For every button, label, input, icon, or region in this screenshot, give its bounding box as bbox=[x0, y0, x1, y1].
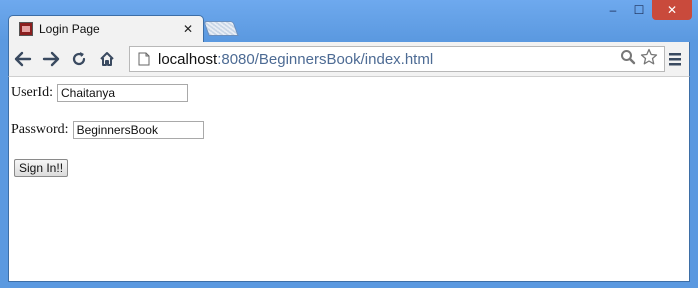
page-content: UserId: Password: Sign In!! bbox=[8, 76, 690, 282]
maximize-button[interactable]: ☐ bbox=[626, 0, 652, 20]
url-host: localhost bbox=[158, 50, 218, 68]
close-window-button[interactable]: ✕ bbox=[652, 0, 692, 20]
userid-row: UserId: bbox=[11, 84, 188, 102]
address-bar[interactable]: localhost:8080/BeginnersBook/index.html bbox=[129, 46, 665, 72]
reload-icon[interactable] bbox=[69, 49, 89, 69]
back-arrow-icon[interactable] bbox=[13, 49, 33, 69]
favicon-icon bbox=[19, 22, 33, 36]
forward-arrow-icon[interactable] bbox=[41, 49, 61, 69]
minimize-button[interactable]: – bbox=[600, 0, 626, 20]
page-icon bbox=[138, 52, 150, 66]
password-input[interactable] bbox=[72, 121, 204, 139]
url-text: localhost:8080/BeginnersBook/index.html bbox=[158, 51, 620, 68]
userid-input[interactable] bbox=[57, 84, 188, 102]
new-tab-button[interactable] bbox=[203, 21, 239, 36]
browser-toolbar: localhost:8080/BeginnersBook/index.html bbox=[8, 42, 690, 76]
tab-login-page[interactable]: Login Page ✕ bbox=[8, 15, 204, 42]
userid-label: UserId: bbox=[11, 85, 53, 100]
password-label: Password: bbox=[11, 122, 69, 137]
url-path: :8080/BeginnersBook/index.html bbox=[217, 50, 434, 68]
hamburger-menu-icon[interactable] bbox=[667, 50, 683, 68]
search-icon[interactable] bbox=[620, 49, 636, 70]
window-controls: – ☐ ✕ bbox=[600, 0, 692, 20]
browser-window: – ☐ ✕ Login Page ✕ localhost:8080/Beginn… bbox=[0, 0, 698, 288]
sign-in-button[interactable]: Sign In!! bbox=[14, 159, 69, 177]
password-row: Password: bbox=[11, 121, 204, 139]
tab-title: Login Page bbox=[39, 22, 100, 36]
star-icon[interactable] bbox=[640, 48, 658, 71]
tab-close-icon[interactable]: ✕ bbox=[183, 22, 193, 36]
home-icon[interactable] bbox=[97, 49, 117, 69]
